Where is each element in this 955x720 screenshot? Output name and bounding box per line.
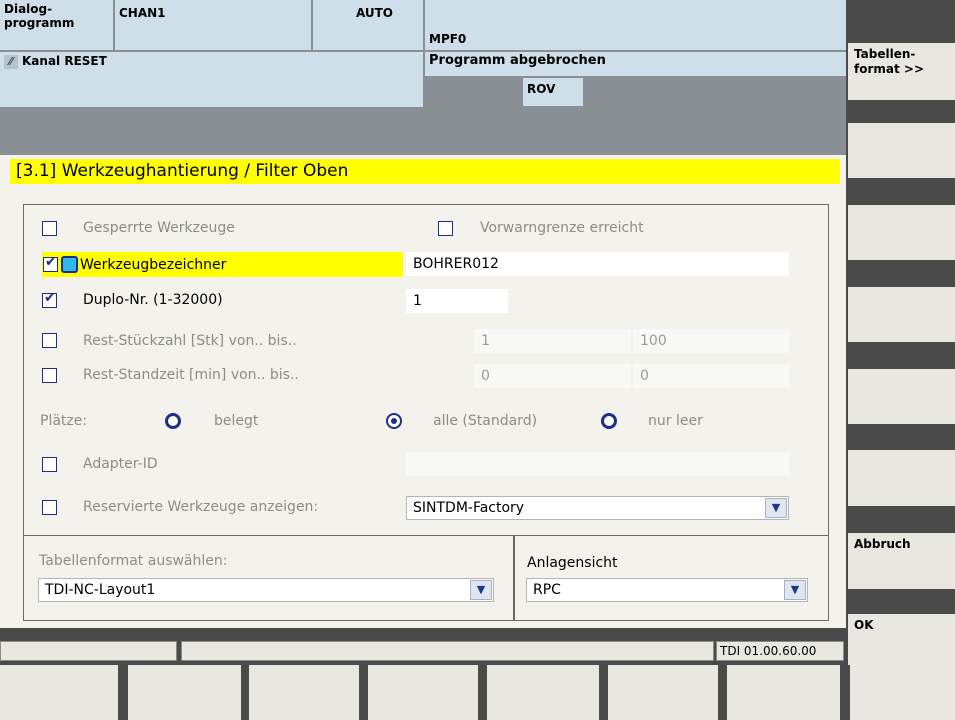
softkey-4[interactable] bbox=[848, 287, 955, 342]
softkey-5[interactable] bbox=[848, 369, 955, 424]
locked-tools-label: Gesperrte Werkzeuge bbox=[83, 220, 235, 236]
reserved-tools-select[interactable]: SINTDM-Factory ▼ bbox=[406, 496, 789, 520]
h-softkey-8[interactable] bbox=[850, 665, 955, 720]
table-format-label: Tabellenformat auswählen: bbox=[39, 553, 228, 569]
duplo-label: Duplo-Nr. (1-32000) bbox=[83, 292, 223, 308]
rest-time-from-input[interactable]: 0 bbox=[474, 364, 631, 388]
places-occupied-radio[interactable] bbox=[165, 413, 181, 429]
table-format-value: TDI-NC-Layout1 bbox=[45, 582, 156, 598]
page-title: [3.1] Werkzeughantierung / Filter Oben bbox=[10, 159, 840, 184]
adapter-id-input[interactable] bbox=[406, 452, 789, 476]
reset-icon: ⁄⁄ bbox=[4, 55, 18, 69]
status-field-1 bbox=[0, 641, 177, 661]
h-softkey-4[interactable] bbox=[368, 665, 478, 720]
h-softkey-3[interactable] bbox=[249, 665, 359, 720]
rest-time-label: Rest-Standzeit [min] von.. bis.. bbox=[83, 367, 299, 383]
chevron-down-icon[interactable]: ▼ bbox=[784, 580, 806, 600]
places-occupied-label: belegt bbox=[214, 413, 259, 429]
chevron-down-icon[interactable]: ▼ bbox=[470, 580, 492, 600]
rest-count-label: Rest-Stückzahl [Stk] von.. bis.. bbox=[83, 333, 297, 349]
locked-tools-checkbox[interactable] bbox=[42, 221, 57, 236]
duplo-input[interactable]: 1 bbox=[406, 289, 508, 313]
version-label: TDI 01.00.60.00 bbox=[716, 641, 844, 661]
channel-status-cell: ⁄⁄ Kanal RESET bbox=[0, 52, 423, 107]
softkey-cancel[interactable]: Abbruch bbox=[848, 533, 955, 589]
program-cell: MPF0 bbox=[425, 0, 848, 50]
check-icon: ✔ bbox=[44, 290, 56, 306]
plant-view-label: Anlagensicht bbox=[527, 555, 618, 571]
dialog-program-cell: Dialog- programm bbox=[0, 0, 113, 50]
h-softkey-5[interactable] bbox=[487, 665, 599, 720]
places-all-radio[interactable] bbox=[386, 413, 402, 429]
tool-identifier-checkbox[interactable]: ✔ bbox=[43, 254, 58, 272]
softkey-6[interactable] bbox=[848, 450, 955, 506]
table-format-select[interactable]: TDI-NC-Layout1 ▼ bbox=[38, 578, 494, 602]
h-softkey-6[interactable] bbox=[608, 665, 718, 720]
softkey-table-format[interactable]: Tabellen- format >> bbox=[848, 43, 955, 100]
adapter-id-label: Adapter-ID bbox=[83, 456, 158, 472]
places-all-label: alle (Standard) bbox=[433, 413, 538, 429]
channel-cell: CHAN1 bbox=[115, 0, 311, 50]
rest-count-from-input[interactable]: 1 bbox=[474, 329, 631, 353]
rest-count-to-input[interactable]: 100 bbox=[633, 329, 789, 353]
plant-view-value: RPC bbox=[533, 582, 561, 598]
focus-circle-icon bbox=[61, 256, 78, 273]
mode-cell: AUTO bbox=[313, 0, 423, 50]
places-empty-label: nur leer bbox=[648, 413, 703, 429]
chevron-down-icon[interactable]: ▼ bbox=[765, 498, 787, 518]
softkey-ok[interactable]: OK bbox=[848, 614, 955, 665]
places-empty-radio[interactable] bbox=[601, 413, 617, 429]
rest-time-to-input[interactable]: 0 bbox=[633, 364, 789, 388]
softkey-2[interactable] bbox=[848, 123, 955, 178]
reserved-tools-value: SINTDM-Factory bbox=[413, 500, 525, 516]
rov-cell: ROV bbox=[523, 78, 583, 106]
rest-count-checkbox[interactable] bbox=[42, 333, 57, 348]
channel-status: Kanal RESET bbox=[22, 54, 107, 68]
places-label: Plätze: bbox=[40, 413, 88, 429]
tool-identifier-label: Werkzeugbezeichner bbox=[80, 257, 227, 273]
duplo-checkbox[interactable]: ✔ bbox=[42, 290, 57, 308]
check-icon: ✔ bbox=[45, 254, 57, 270]
reserved-tools-label: Reservierte Werkzeuge anzeigen: bbox=[83, 499, 319, 515]
prewarning-label: Vorwarngrenze erreicht bbox=[480, 220, 644, 236]
reserved-tools-checkbox[interactable] bbox=[42, 500, 57, 515]
softkey-3[interactable] bbox=[848, 205, 955, 260]
adapter-id-checkbox[interactable] bbox=[42, 457, 57, 472]
plant-view-select[interactable]: RPC ▼ bbox=[526, 578, 808, 602]
status-field-2 bbox=[181, 641, 714, 661]
h-softkey-1[interactable] bbox=[0, 665, 118, 720]
prewarning-checkbox[interactable] bbox=[438, 221, 453, 236]
tool-identifier-input[interactable]: BOHRER012 bbox=[406, 252, 789, 276]
h-softkey-7[interactable] bbox=[727, 665, 840, 720]
program-status-cell: Programm abgebrochen bbox=[425, 52, 848, 76]
h-softkey-2[interactable] bbox=[128, 665, 241, 720]
rest-time-checkbox[interactable] bbox=[42, 368, 57, 383]
